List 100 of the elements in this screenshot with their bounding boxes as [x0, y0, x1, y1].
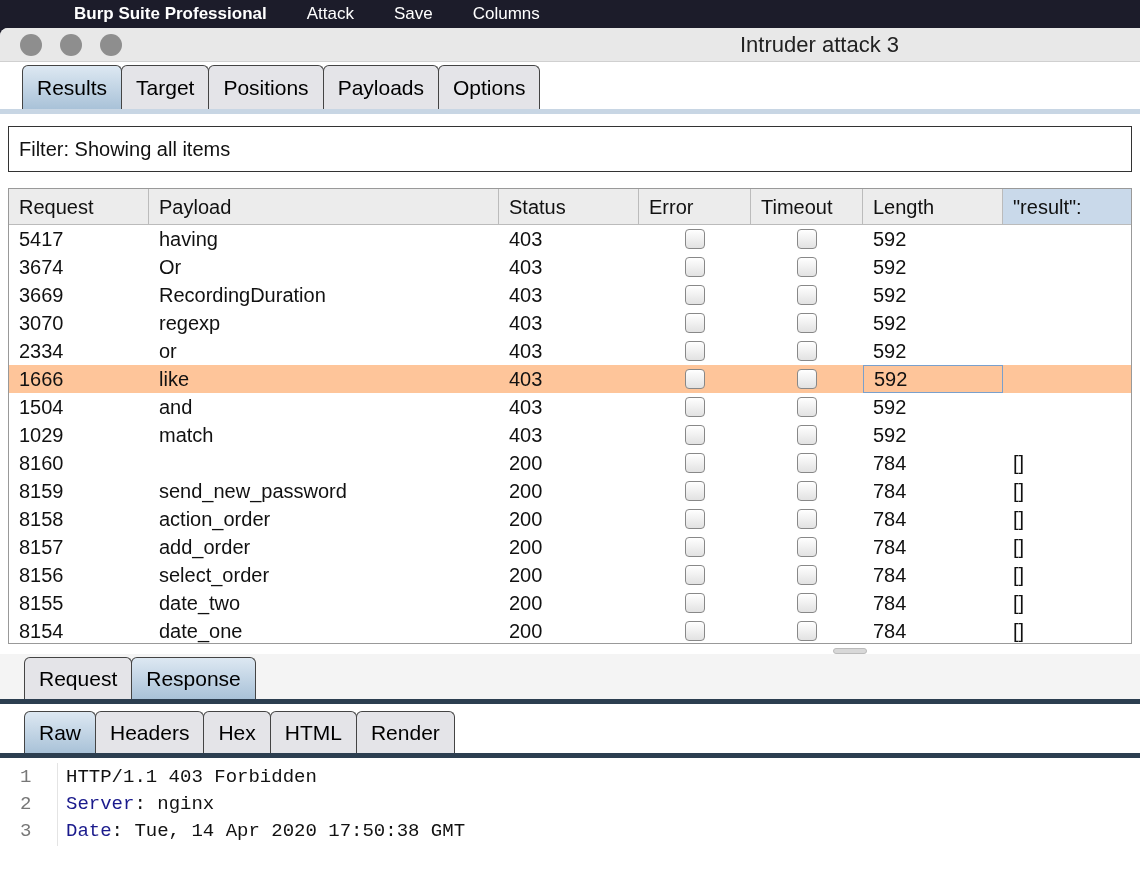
tab[interactable]: Target	[121, 65, 210, 109]
table-row[interactable]: 1666 like 403 592	[9, 365, 1131, 393]
table-cell-text: 784	[872, 535, 908, 560]
checkbox[interactable]	[797, 593, 817, 613]
checkbox[interactable]	[797, 481, 817, 501]
tab[interactable]: Results	[22, 65, 123, 109]
table-cell-text: 403	[508, 283, 544, 308]
table-cell-text: 592	[872, 395, 908, 420]
column-header[interactable]: "result":	[1003, 189, 1131, 224]
table-cell-text: 200	[508, 507, 544, 532]
checkbox[interactable]	[685, 397, 705, 417]
checkbox[interactable]	[797, 341, 817, 361]
checkbox[interactable]	[797, 453, 817, 473]
checkbox[interactable]	[685, 425, 705, 445]
table-cell-text: 3669	[18, 283, 65, 308]
table-cell-text: 1029	[18, 423, 65, 448]
table-cell-text: 403	[508, 339, 544, 364]
table-cell-text: []	[1012, 563, 1026, 588]
checkbox[interactable]	[685, 481, 705, 501]
table-cell-text: having	[158, 227, 219, 252]
checkbox[interactable]	[797, 509, 817, 529]
table-cell-text: 3070	[18, 311, 65, 336]
table-cell-text: 784	[872, 451, 908, 476]
close-button[interactable]	[20, 33, 42, 56]
menu-item[interactable]: Save	[393, 1, 433, 27]
table-cell-text: 200	[508, 479, 544, 504]
checkbox[interactable]	[685, 453, 705, 473]
table-cell-text: or	[158, 339, 178, 364]
checkbox[interactable]	[797, 257, 817, 277]
checkbox[interactable]	[685, 369, 705, 389]
table-cell-text: 784	[872, 563, 908, 588]
table-cell-text: 200	[508, 451, 544, 476]
table-cell-text: match	[158, 423, 215, 448]
table-cell-text: 592	[872, 423, 908, 448]
table-cell-text: Or	[158, 255, 183, 280]
table-cell-text: 403	[508, 395, 544, 420]
table-cell-text: []	[1012, 591, 1026, 616]
filter-bar[interactable]: Filter: Showing all items	[8, 126, 1132, 172]
checkbox[interactable]	[797, 369, 817, 389]
checkbox[interactable]	[685, 285, 705, 305]
checkbox[interactable]	[685, 313, 705, 333]
checkbox[interactable]	[685, 621, 705, 641]
checkbox[interactable]	[685, 341, 705, 361]
table-cell-text: 200	[508, 591, 544, 616]
tab[interactable]: Raw	[24, 711, 96, 753]
checkbox[interactable]	[797, 229, 817, 249]
checkbox[interactable]	[797, 537, 817, 557]
tab[interactable]: Hex	[203, 711, 271, 753]
table-cell-text: and	[158, 395, 194, 420]
checkbox[interactable]	[797, 285, 817, 305]
table-cell-text: add_order	[158, 535, 252, 561]
table-cell-text: 403	[508, 367, 544, 392]
checkbox[interactable]	[685, 565, 705, 585]
tab[interactable]: Positions	[208, 65, 324, 109]
checkbox[interactable]	[797, 425, 817, 445]
table-cell-text: 200	[508, 619, 544, 643]
table-cell-text: 403	[508, 255, 544, 280]
checkbox[interactable]	[797, 565, 817, 585]
table-cell-text: 592	[872, 255, 908, 280]
table-cell-text: []	[1012, 619, 1026, 643]
tab[interactable]: Request	[24, 657, 133, 699]
table-cell-text: 8154	[18, 619, 65, 643]
table-cell-text: 8156	[18, 563, 65, 588]
table-cell-text: 2334	[18, 339, 65, 364]
tab[interactable]: HTML	[269, 711, 357, 753]
checkbox[interactable]	[685, 593, 705, 613]
table-cell: 592	[863, 365, 1003, 393]
table-cell-text: 8159	[18, 479, 65, 504]
tab[interactable]: Render	[355, 711, 455, 753]
table-cell-text: 8157	[18, 535, 65, 560]
table-cell-text: 5417	[18, 227, 65, 252]
minimize-button[interactable]	[60, 33, 82, 56]
table-cell-text: 1666	[18, 367, 65, 392]
table-cell-text: 403	[508, 311, 544, 336]
table-cell-text: []	[1012, 451, 1026, 476]
checkbox[interactable]	[685, 537, 705, 557]
zoom-button[interactable]	[100, 33, 122, 56]
filter-text: Filter: Showing all items	[19, 137, 231, 162]
line-number: 2	[0, 790, 58, 819]
window-title: Intruder attack 3	[740, 31, 899, 59]
checkbox[interactable]	[685, 257, 705, 277]
tab[interactable]: Headers	[95, 711, 205, 753]
code-line: HTTP/1.1 403 Forbidden	[66, 765, 317, 791]
tab[interactable]: Response	[131, 657, 256, 699]
tab[interactable]: Payloads	[322, 65, 439, 109]
checkbox[interactable]	[797, 313, 817, 333]
menu-item[interactable]: Columns	[472, 1, 540, 27]
menu-item[interactable]: Attack	[306, 1, 354, 27]
checkbox[interactable]	[797, 397, 817, 417]
table-cell-text: 592	[872, 311, 908, 336]
tab[interactable]: Options	[438, 65, 541, 109]
checkbox[interactable]	[685, 229, 705, 249]
table-cell-text: 784	[872, 619, 908, 643]
table-cell-text: send_new_password	[158, 479, 348, 505]
checkbox[interactable]	[685, 509, 705, 529]
table-cell-text: regexp	[158, 311, 222, 336]
table-cell-text: []	[1012, 479, 1026, 504]
checkbox[interactable]	[797, 621, 817, 641]
table-cell-text: 592	[872, 227, 908, 252]
table-cell-text: RecordingDuration	[158, 283, 327, 308]
